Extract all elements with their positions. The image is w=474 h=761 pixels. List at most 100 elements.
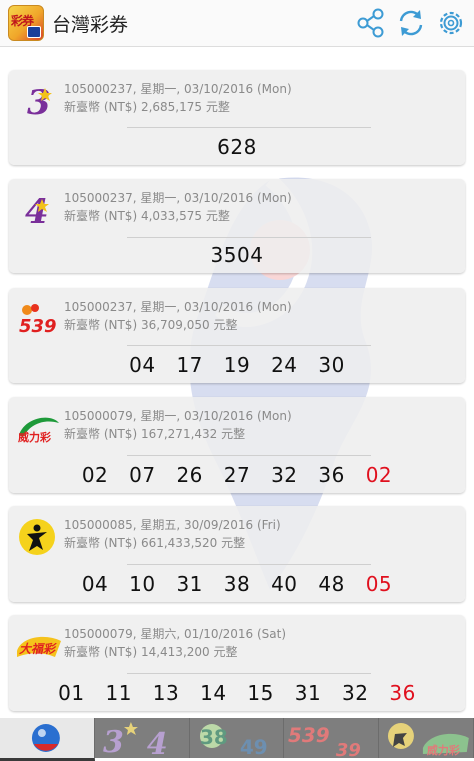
draw-results-list: 3 105000237, 星期一, 03/10/2016 (Mon) 新臺幣 (… — [0, 46, 474, 718]
svg-text:3: 3 — [103, 725, 124, 758]
svg-text:539: 539 — [19, 316, 57, 337]
divider — [127, 345, 371, 346]
prize-label: 新臺幣 (NT$) — [64, 318, 138, 332]
tab-539-39[interactable]: 539 39 — [284, 718, 380, 758]
prize-unit: 元整 — [213, 645, 238, 659]
prize-amount: 36,709,050 — [140, 318, 210, 332]
prize-unit: 元整 — [205, 100, 230, 114]
draw-card[interactable]: 4 105000237, 星期一, 03/10/2016 (Mon) 新臺幣 (… — [9, 179, 465, 273]
divider — [127, 673, 371, 674]
prize-amount: 2,685,175 — [140, 100, 203, 114]
divider — [127, 237, 371, 238]
winning-numbers: 02 07 26 27 32 36 02 — [9, 463, 465, 487]
prize-amount: 14,413,200 — [140, 645, 210, 659]
draw-card[interactable]: 大福彩 105000079, 星期六, 01/10/2016 (Sat) 新臺幣… — [9, 615, 465, 711]
number: 48 — [318, 572, 345, 596]
draw-card[interactable]: 105000085, 星期五, 30/09/2016 (Fri) 新臺幣 (NT… — [9, 506, 465, 602]
539-logo: 539 — [19, 304, 57, 337]
draw-date: 星期一, 03/10/2016 (Mon) — [140, 300, 292, 314]
svg-text:威力彩: 威力彩 — [18, 430, 51, 444]
prize-label: 新臺幣 (NT$) — [64, 536, 138, 550]
number: 38 — [223, 572, 251, 596]
prize-unit: 元整 — [221, 427, 246, 441]
lotto-super-tab-icon: 威力彩 — [388, 723, 469, 757]
number: 17 — [176, 353, 203, 377]
number: 31 — [176, 572, 203, 596]
svg-text:3: 3 — [27, 83, 51, 120]
settings-icon[interactable] — [434, 6, 468, 40]
number: 36 — [318, 463, 345, 487]
app-logo: 彩券 — [8, 5, 44, 41]
svg-text:49: 49 — [239, 735, 267, 758]
divider — [127, 127, 371, 128]
period-number: 105000085 — [64, 518, 133, 532]
number: 24 — [271, 353, 298, 377]
prize-label: 新臺幣 (NT$) — [64, 209, 138, 223]
tab-38-49[interactable]: 38 49 — [189, 718, 285, 758]
number: 32 — [342, 681, 369, 705]
draw-card[interactable]: 539 105000237, 星期一, 03/10/2016 (Mon) 新臺幣… — [9, 288, 465, 383]
special-number: 02 — [365, 463, 393, 487]
prize-label: 新臺幣 (NT$) — [64, 427, 138, 441]
number: 30 — [318, 353, 345, 377]
refresh-icon[interactable] — [394, 6, 428, 40]
3-star-logo: 3 — [27, 83, 52, 120]
share-icon[interactable] — [354, 6, 388, 40]
prize-unit: 元整 — [221, 536, 246, 550]
prize-amount: 167,271,432 — [140, 427, 218, 441]
number: 26 — [176, 463, 203, 487]
draw-card[interactable]: 威力彩 105000079, 星期一, 03/10/2016 (Mon) 新臺幣… — [9, 397, 465, 493]
svg-text:威力彩: 威力彩 — [427, 743, 460, 757]
number: 19 — [223, 353, 251, 377]
period-number: 105000237 — [64, 191, 133, 205]
number: 04 — [81, 572, 109, 596]
number: 13 — [152, 681, 180, 705]
svg-text:大福彩: 大福彩 — [19, 642, 57, 656]
3-4-star-tab-icon: 3 4 — [103, 722, 168, 758]
number: 27 — [223, 463, 251, 487]
prize-unit: 元整 — [213, 318, 238, 332]
svg-text:39: 39 — [336, 740, 361, 758]
lottery-ball-icon — [31, 724, 60, 752]
number: 32 — [271, 463, 298, 487]
winning-numbers: 04 17 19 24 30 — [9, 353, 465, 377]
svg-text:38: 38 — [200, 725, 228, 749]
prize-label: 新臺幣 (NT$) — [64, 645, 138, 659]
lotto-649-logo — [19, 519, 55, 555]
draw-date: 星期六, 01/10/2016 (Sat) — [140, 627, 287, 641]
winning-numbers: 628 — [9, 135, 465, 159]
app-bar: 彩券 台灣彩券 — [0, 0, 474, 47]
app-title: 台灣彩券 — [52, 13, 129, 36]
tab-3-4-star[interactable]: 3 4 — [94, 718, 190, 758]
winning-numbers: 3504 — [9, 243, 465, 267]
big-fortune-logo: 大福彩 — [17, 636, 61, 657]
special-number: 05 — [365, 572, 393, 596]
number: 10 — [129, 572, 156, 596]
draw-date: 星期五, 30/09/2016 (Fri) — [140, 518, 281, 532]
number: 31 — [294, 681, 322, 705]
4-star-logo: 4 — [25, 192, 49, 229]
number: 15 — [247, 681, 274, 705]
prize-amount: 4,033,575 — [140, 209, 203, 223]
number: 3504 — [210, 243, 264, 267]
prize-amount: 661,433,520 — [140, 536, 218, 550]
number: 02 — [81, 463, 109, 487]
period-number: 105000079 — [64, 409, 133, 423]
winning-numbers: 04 10 31 38 40 48 05 — [9, 572, 465, 596]
winning-numbers: 01 11 13 14 15 31 32 36 — [9, 681, 465, 705]
number: 01 — [58, 681, 85, 705]
number: 04 — [129, 353, 156, 377]
period-number: 105000237 — [64, 82, 133, 96]
draw-card[interactable]: 3 105000237, 星期一, 03/10/2016 (Mon) 新臺幣 (… — [9, 70, 465, 165]
539-39-tab-icon: 539 39 — [288, 723, 361, 758]
divider — [127, 455, 371, 456]
tab-lotto-super[interactable]: 威力彩 — [379, 718, 474, 758]
tab-lottery-ball[interactable] — [0, 718, 95, 761]
period-number: 105000237 — [64, 300, 133, 314]
draw-date: 星期一, 03/10/2016 (Mon) — [140, 82, 292, 96]
draw-date: 星期一, 03/10/2016 (Mon) — [140, 409, 292, 423]
divider — [127, 564, 371, 565]
svg-text:4: 4 — [147, 727, 168, 758]
super-lotto-logo: 威力彩 — [18, 417, 59, 444]
number: 628 — [217, 135, 257, 159]
